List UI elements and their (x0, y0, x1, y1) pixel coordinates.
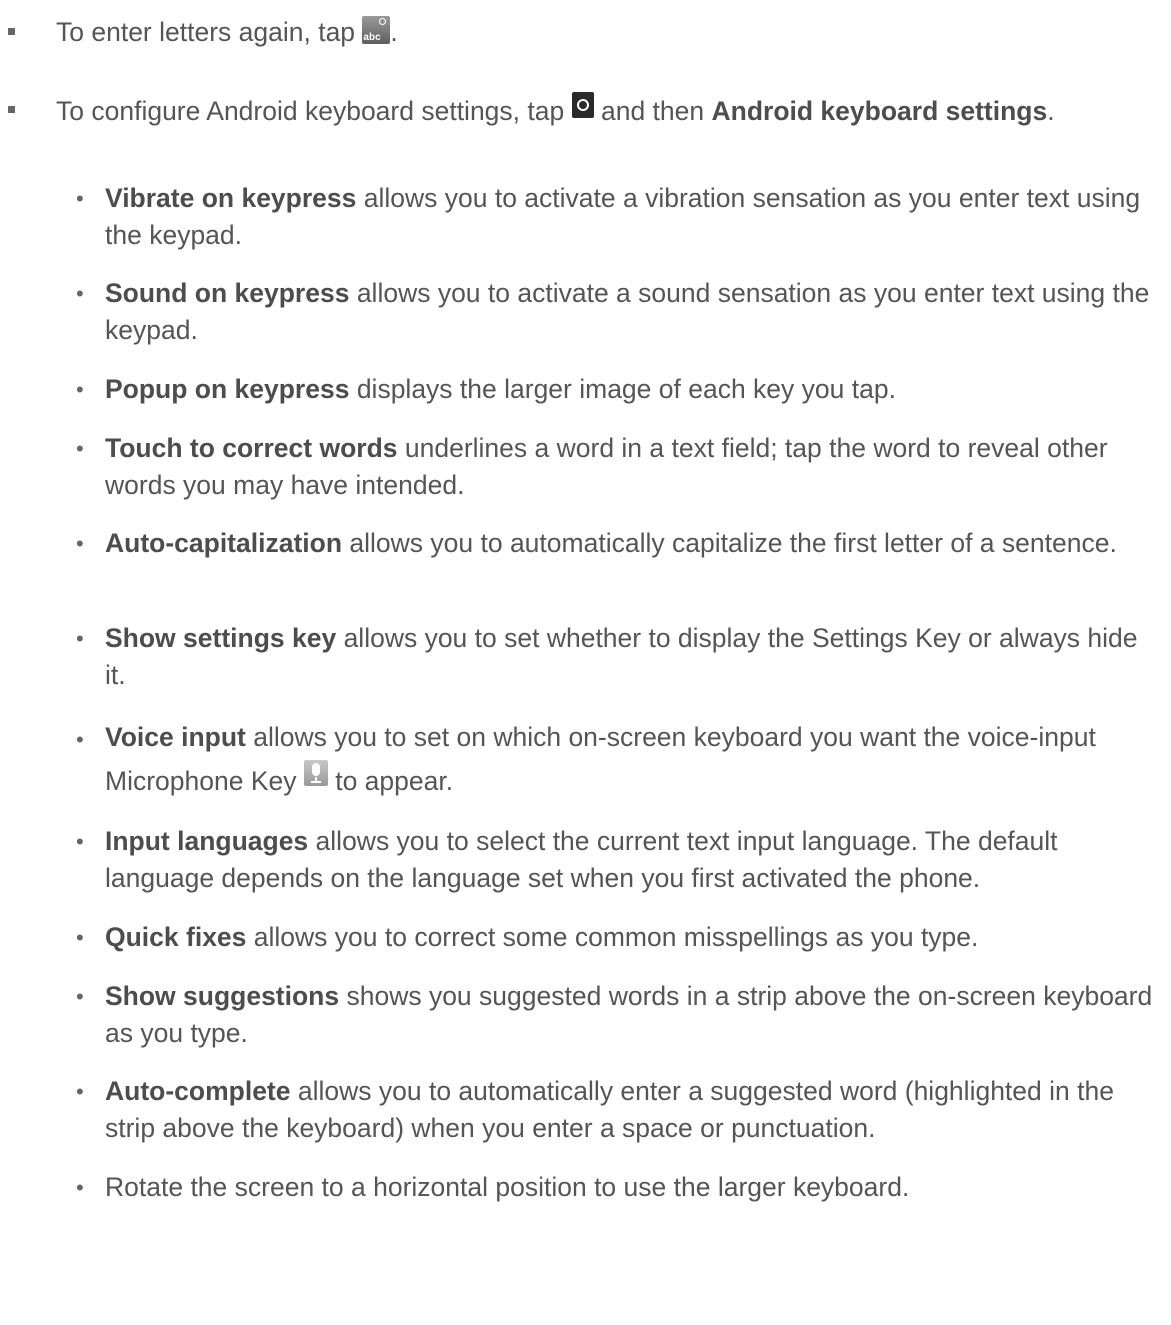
list-item-voice-input: • Voice input allows you to set on which… (76, 715, 1165, 803)
dot-bullet-icon: • (76, 727, 84, 752)
dot-bullet-icon: • (76, 281, 84, 306)
list-item-touch-correct: • Touch to correct words underlines a wo… (76, 430, 1165, 504)
dot-bullet-icon: • (76, 186, 84, 211)
list-item-popup: • Popup on keypress displays the larger … (76, 371, 1165, 408)
list-item-show-settings: • Show settings key allows you to set wh… (76, 620, 1165, 694)
list-item-input-languages: • Input languages allows you to select t… (76, 823, 1165, 897)
manual-page: To enter letters again, tap abc. To conf… (0, 0, 1171, 1325)
dot-bullet-icon: • (76, 925, 84, 950)
list-item-quick-fixes: • Quick fixes allows you to correct some… (76, 919, 1165, 956)
microphone-key-icon (303, 760, 328, 786)
list-item-auto-cap: • Auto-capitalization allows you to auto… (76, 525, 1165, 562)
square-bullet-icon (8, 106, 15, 113)
dot-bullet-icon: • (76, 377, 84, 402)
dot-bullet-icon: • (76, 1175, 84, 1200)
list-item-show-suggestions: • Show suggestions shows you suggested w… (76, 978, 1165, 1052)
settings-key-icon (571, 92, 594, 118)
list-item-keyboard-settings: To configure Android keyboard settings, … (8, 92, 1156, 130)
dot-bullet-icon: • (76, 626, 84, 651)
list-item-enter-letters: To enter letters again, tap abc. (8, 14, 1156, 51)
dot-bullet-icon: • (76, 436, 84, 461)
list-item-vibrate: • Vibrate on keypress allows you to acti… (76, 180, 1165, 254)
dot-bullet-icon: • (76, 829, 84, 854)
list-item-rotate: • Rotate the screen to a horizontal posi… (76, 1169, 1165, 1206)
item-text: To enter letters again, tap (56, 17, 363, 47)
dot-bullet-icon: • (76, 984, 84, 1009)
abc-keyboard-icon: abc (362, 16, 391, 44)
dot-bullet-icon: • (76, 531, 84, 556)
list-item-sound: • Sound on keypress allows you to activa… (76, 275, 1165, 349)
square-bullet-icon (8, 28, 15, 35)
dot-bullet-icon: • (76, 1079, 84, 1104)
item-bold: Android keyboard settings (711, 96, 1048, 126)
list-item-auto-complete: • Auto-complete allows you to automatica… (76, 1073, 1165, 1147)
